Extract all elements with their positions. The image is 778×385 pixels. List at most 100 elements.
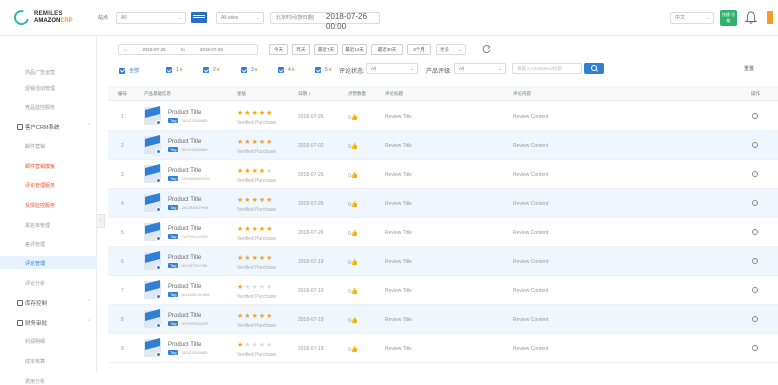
review-content: Review Content <box>513 201 549 207</box>
sidebar-item-0[interactable]: 商品广告运营 <box>25 69 55 76</box>
star-filter-checkbox-3[interactable]: 3 ★ <box>241 67 258 73</box>
quick-date-button-2[interactable]: 最近7天 <box>314 44 338 55</box>
col-product: 产品基础信息 <box>144 91 171 96</box>
chevron-down-icon: ⌄ <box>705 15 710 21</box>
product-title[interactable]: Product Title <box>168 226 201 232</box>
review-status-select[interactable]: All ⌄ <box>366 63 418 74</box>
view-details-icon[interactable] <box>752 200 758 206</box>
like-count: 0👍 <box>348 115 359 121</box>
sidebar-collapse-toggle[interactable]: ‹ <box>97 214 105 228</box>
quick-date-button-5[interactable]: 3个月 <box>407 44 431 55</box>
language-select[interactable]: 中文 ⌄ <box>670 12 714 24</box>
product-title[interactable]: Product Title <box>168 342 201 348</box>
table-row[interactable]: 5 Product Title Tag 7UTRSLDTBG ★★★★★ Veri… <box>108 218 778 247</box>
star-rating: ★★★★★ <box>237 255 273 262</box>
col-date[interactable]: 日期 ↕ <box>298 91 311 97</box>
view-details-icon[interactable] <box>752 345 758 351</box>
quick-date-button-4[interactable]: 最近30天 <box>371 44 403 55</box>
table-row[interactable]: 2 Product Title Tag SKU12345689 ★★★★★ Ver… <box>108 131 778 160</box>
app-logo[interactable]: REMILES AMAZONERP <box>11 7 73 28</box>
product-thumbnail[interactable] <box>144 192 161 212</box>
more-select[interactable]: 更多 ⌄ <box>436 44 466 55</box>
sidebar-item-8[interactable]: 黑名单管理 <box>25 222 50 229</box>
product-thumbnail[interactable] <box>144 308 161 328</box>
product-title[interactable]: Product Title <box>168 110 201 116</box>
product-title[interactable]: Product Title <box>168 284 201 290</box>
product-thumbnail[interactable] <box>144 221 161 241</box>
quick-date-button-0[interactable]: 今天 <box>269 44 288 55</box>
refresh-icon[interactable] <box>482 44 491 54</box>
star-filter-checkbox-0[interactable]: 全部 <box>119 67 139 74</box>
date-range-picker[interactable]: ▭ 2018-07-25 to 2018-07-26 <box>118 44 258 55</box>
view-details-icon[interactable] <box>752 229 758 235</box>
view-details-icon[interactable] <box>752 287 758 293</box>
region-select[interactable]: All sites ⌄ <box>216 12 264 24</box>
table-row[interactable]: 3 Product Title Tag 2HHAMWOUS1 ★★★★★ Veri… <box>108 160 778 189</box>
star-filter-checkbox-2[interactable]: 2 ★ <box>203 67 220 73</box>
table-row[interactable]: 9 Product Title Tag SKU12345689 ★★★★★ Ver… <box>108 334 778 363</box>
date-select[interactable]: 北京时间(按日期) 2018-07-26 00:00 <box>270 12 380 31</box>
sidebar-group-12[interactable]: 库存控制 <box>17 299 47 307</box>
sidebar-item-9[interactable]: 差评管理 <box>25 241 45 248</box>
sidebar-item-10[interactable]: 评论管理 <box>25 260 45 267</box>
sidebar-group-13[interactable]: 财务审批 <box>17 319 47 327</box>
table-row[interactable]: 1 Product Title Tag SKU12345689 ★★★★★ Ver… <box>108 102 778 131</box>
bell-icon[interactable] <box>745 11 757 24</box>
product-thumbnail[interactable] <box>144 337 161 357</box>
user-menu-button[interactable] <box>767 11 773 24</box>
top-header: REMILES AMAZONERP 站点 All ⌄ All sites ⌄ 北京时… <box>0 0 778 36</box>
product-thumbnail[interactable] <box>144 105 161 125</box>
sidebar-item-5[interactable]: 邮件营销模板 <box>25 163 55 170</box>
view-details-icon[interactable] <box>752 258 758 264</box>
sidebar-item-15[interactable]: 成本核算 <box>25 358 45 365</box>
star-filter-checkbox-4[interactable]: 4 ★ <box>278 67 295 73</box>
status-dot-icon <box>156 265 161 270</box>
sidebar-item-4[interactable]: 邮件营销 <box>25 143 45 150</box>
status-dot-icon <box>156 178 161 183</box>
product-thumbnail[interactable] <box>144 250 161 270</box>
sidebar-item-14[interactable]: 利润明细 <box>25 338 45 345</box>
sidebar-group-3[interactable]: 客户CRM系统 <box>17 123 60 131</box>
sidebar-item-16[interactable]: 费用分析 <box>25 378 45 385</box>
checkbox-checked-icon <box>241 67 247 73</box>
view-details-icon[interactable] <box>752 113 758 119</box>
product-title[interactable]: Product Title <box>168 313 201 319</box>
quick-date-button-1[interactable]: 昨天 <box>292 44 310 55</box>
table-row[interactable]: 7 Product Title Tag AO1M0LGLMW ★★★★★ Veri… <box>108 276 778 305</box>
table-row[interactable]: 4 Product Title Tag 2HJ2M0KFHW ★★★★★ Veri… <box>108 189 778 218</box>
sidebar-item-7[interactable]: 反馈监控服务 <box>25 202 55 209</box>
sidebar-item-6[interactable]: 评论管理服务 <box>25 182 55 189</box>
product-title[interactable]: Product Title <box>168 255 201 261</box>
star-filter-checkbox-1[interactable]: 1 ★ <box>166 67 183 73</box>
view-details-icon[interactable] <box>752 171 758 177</box>
product-tag: Tag <box>168 147 179 152</box>
site-select[interactable]: All ⌄ <box>116 12 186 24</box>
sidebar-item-11[interactable]: 评论分析 <box>25 280 45 287</box>
review-content: Review Content <box>513 230 549 236</box>
product-thumbnail[interactable] <box>144 279 161 299</box>
reset-button[interactable]: 重置 <box>744 65 754 72</box>
star-filled-icon: ★ <box>244 139 252 146</box>
status-dot-icon <box>156 294 161 299</box>
quick-date-button-3[interactable]: 最近14天 <box>342 44 367 55</box>
product-tag: Tag <box>168 263 179 268</box>
product-tag: Tag <box>168 350 179 355</box>
sidebar-item-1[interactable]: 促销活动管理 <box>25 85 55 92</box>
quick-function-button[interactable]: 快捷 功能 <box>720 10 737 26</box>
view-details-icon[interactable] <box>752 316 758 322</box>
product-title[interactable]: Product Title <box>168 197 201 203</box>
search-input[interactable]: 请输入ASIN/SKU/标题 <box>512 63 582 74</box>
search-button[interactable] <box>584 63 604 74</box>
table-row[interactable]: 6 Product Title Tag A4OBTVKYB6 ★★★★★ Veri… <box>108 247 778 276</box>
table-row[interactable]: 8 Product Title Tag NFH0R02QRR ★★★★★ Veri… <box>108 305 778 334</box>
product-title[interactable]: Product Title <box>168 168 201 174</box>
sidebar-item-2[interactable]: 竞品监控服务 <box>25 104 55 111</box>
site-label: 站点 <box>98 15 109 21</box>
product-thumbnail[interactable] <box>144 134 161 154</box>
checkbox-checked-icon <box>166 67 172 73</box>
product-thumbnail[interactable] <box>144 163 161 183</box>
star-filter-checkbox-5[interactable]: 5 ★ <box>315 67 332 73</box>
product-title[interactable]: Product Title <box>168 139 201 145</box>
product-score-select[interactable]: All ⌄ <box>454 63 506 74</box>
view-details-icon[interactable] <box>752 142 758 148</box>
